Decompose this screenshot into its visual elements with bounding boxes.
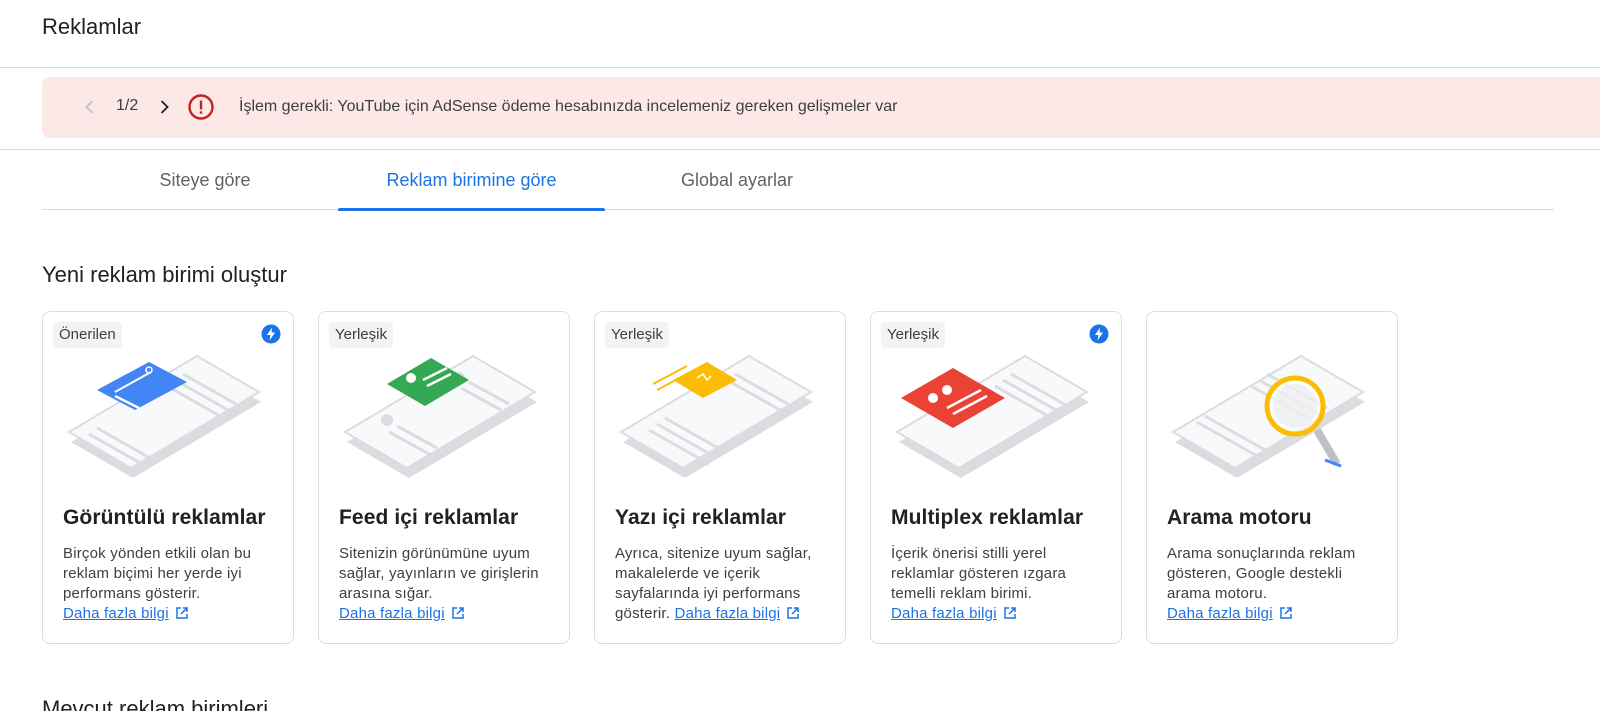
built-in-chip: Yerleşik bbox=[605, 322, 669, 348]
tab-by-site[interactable]: Siteye göre bbox=[42, 150, 368, 210]
recommended-chip: Önerilen bbox=[53, 322, 122, 348]
card-description: Arama sonuçlarında reklam gösteren, Goog… bbox=[1167, 544, 1387, 624]
page-header: Reklamlar bbox=[0, 0, 1600, 68]
learn-more-label: Daha fazla bilgi bbox=[339, 605, 445, 622]
page-title: Reklamlar bbox=[42, 14, 142, 39]
card-title: Görüntülü reklamlar bbox=[63, 506, 266, 529]
active-tab-indicator bbox=[338, 208, 605, 211]
alert-message[interactable]: İşlem gerekli: YouTube için AdSense ödem… bbox=[239, 98, 897, 116]
card-description-text: Arama sonuçlarında reklam gösteren, Goog… bbox=[1167, 545, 1356, 602]
multiplex-ads-illustration bbox=[891, 354, 1101, 494]
action-required-alert: 1/2 İşlem gerekli: YouTube için AdSense … bbox=[42, 77, 1600, 138]
in-article-ads-illustration bbox=[615, 354, 825, 494]
card-description: Birçok yönden etkili olan bu reklam biçi… bbox=[63, 544, 283, 624]
display-ads-illustration bbox=[63, 354, 273, 494]
learn-more-label: Daha fazla bilgi bbox=[1167, 605, 1273, 622]
tab-label: Siteye göre bbox=[159, 169, 251, 190]
card-description: Ayrıca, sitenize uyum sağlar, makalelerd… bbox=[615, 544, 835, 624]
card-title: Feed içi reklamlar bbox=[339, 506, 519, 529]
section-title-existing-ad-units: Mevcut reklam birimleri bbox=[42, 696, 269, 711]
alert-pager: 1/2 bbox=[116, 97, 139, 114]
tab-label: Reklam birimine göre bbox=[386, 169, 557, 190]
card-description-text: Birçok yönden etkili olan bu reklam biçi… bbox=[63, 545, 252, 602]
card-description-text: İçerik önerisi stilli yerel reklamlar gö… bbox=[891, 545, 1067, 602]
bolt-icon bbox=[261, 324, 281, 344]
learn-more-link[interactable]: Daha fazla bilgi bbox=[63, 605, 189, 622]
tab-bar: Siteye göre Reklam birimine göre Global … bbox=[42, 150, 1554, 211]
error-icon bbox=[187, 93, 215, 121]
learn-more-link[interactable]: Daha fazla bilgi bbox=[675, 605, 801, 622]
card-in-article-ads[interactable]: Yerleşik Yazı içi reklamlar Ayrıca, site… bbox=[594, 311, 846, 644]
learn-more-label: Daha fazla bilgi bbox=[63, 605, 169, 622]
tab-label: Global ayarlar bbox=[680, 169, 794, 190]
external-link-icon bbox=[1004, 607, 1016, 619]
card-description-text: Sitenizin görünümüne uyum sağlar, yayınl… bbox=[339, 545, 539, 602]
bolt-icon bbox=[1089, 324, 1109, 344]
card-description: Sitenizin görünümüne uyum sağlar, yayınl… bbox=[339, 544, 559, 624]
search-engine-illustration bbox=[1167, 354, 1377, 494]
external-link-icon bbox=[787, 607, 800, 619]
built-in-chip: Yerleşik bbox=[881, 322, 945, 348]
card-multiplex-ads[interactable]: Yerleşik Multiplex reklamlar İçerik öner… bbox=[870, 311, 1122, 644]
external-link-icon bbox=[176, 607, 188, 619]
external-link-icon bbox=[452, 607, 464, 619]
chevron-right-icon[interactable] bbox=[152, 95, 176, 119]
tab-global-settings[interactable]: Global ayarlar bbox=[605, 150, 869, 210]
in-feed-ads-illustration bbox=[339, 354, 549, 494]
tab-by-ad-unit[interactable]: Reklam birimine göre bbox=[338, 150, 605, 211]
card-title: Arama motoru bbox=[1167, 506, 1312, 529]
card-title: Multiplex reklamlar bbox=[891, 506, 1084, 529]
learn-more-link[interactable]: Daha fazla bilgi bbox=[891, 605, 1017, 622]
card-title: Yazı içi reklamlar bbox=[615, 506, 787, 529]
chevron-left-icon[interactable] bbox=[78, 95, 102, 119]
card-search-engine[interactable]: Arama motoru Arama sonuçlarında reklam g… bbox=[1146, 311, 1398, 644]
card-in-feed-ads[interactable]: Yerleşik Feed içi reklamlar Sitenizin gö… bbox=[318, 311, 570, 644]
built-in-chip: Yerleşik bbox=[329, 322, 393, 348]
card-display-ads[interactable]: Önerilen Görüntülü reklamlar Birçok yönd… bbox=[42, 311, 294, 644]
learn-more-label: Daha fazla bilgi bbox=[891, 605, 997, 622]
card-description: İçerik önerisi stilli yerel reklamlar gö… bbox=[891, 544, 1111, 624]
external-link-icon bbox=[1280, 607, 1292, 619]
section-title-new-ad-unit: Yeni reklam birimi oluştur bbox=[42, 262, 287, 287]
learn-more-link[interactable]: Daha fazla bilgi bbox=[339, 605, 465, 622]
learn-more-label: Daha fazla bilgi bbox=[674, 605, 781, 622]
learn-more-link[interactable]: Daha fazla bilgi bbox=[1167, 605, 1293, 622]
